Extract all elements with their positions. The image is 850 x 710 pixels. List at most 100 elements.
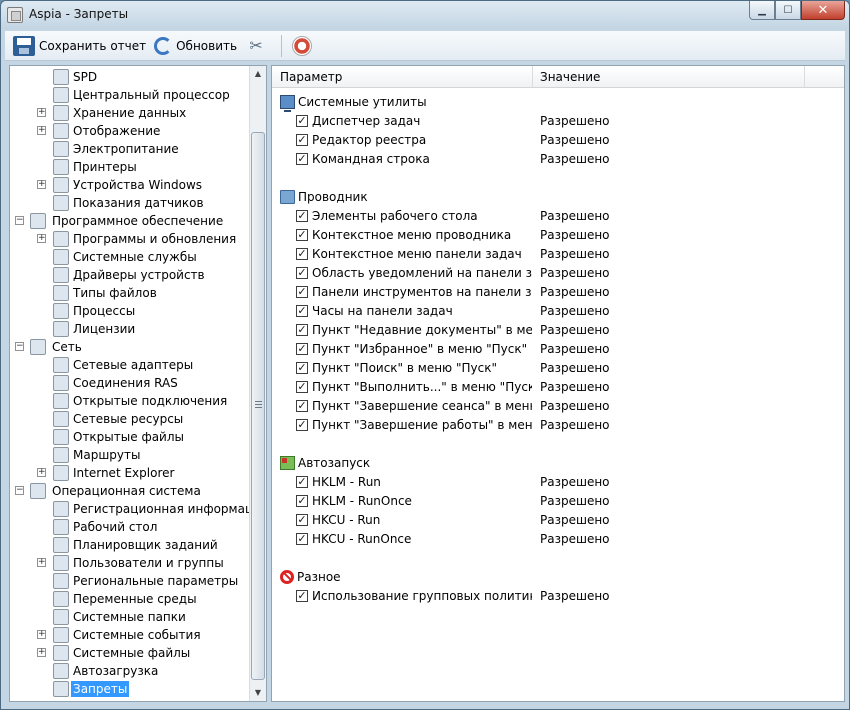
checkbox[interactable]: ✓	[296, 229, 308, 241]
checkbox[interactable]: ✓	[296, 115, 308, 127]
tree-item[interactable]: + Системные события	[10, 626, 250, 644]
tree-item[interactable]: Соединения RAS	[10, 374, 250, 392]
scroll-down-arrow[interactable]: ▼	[250, 685, 266, 701]
tree-item[interactable]: Лицензии	[10, 320, 250, 338]
checkbox[interactable]: ✓	[296, 381, 308, 393]
tree-item[interactable]: + Internet Explorer	[10, 464, 250, 482]
collapse-icon[interactable]: −	[15, 486, 24, 495]
list-row[interactable]: ✓ Пункт "Поиск" в меню "Пуск" Разрешено	[272, 359, 844, 378]
tree-item[interactable]: Открытые файлы	[10, 428, 250, 446]
tree-item[interactable]: − Программное обеспечение	[10, 212, 250, 230]
tree-item[interactable]: + Устройства Windows	[10, 176, 250, 194]
checkbox[interactable]: ✓	[296, 419, 308, 431]
checkbox[interactable]: ✓	[296, 248, 308, 260]
list-row[interactable]: ✓ Элементы рабочего стола Разрешено	[272, 207, 844, 226]
tree-item[interactable]: Автозагрузка	[10, 662, 250, 680]
tree-item[interactable]: Регистрационная информация	[10, 500, 266, 518]
list-row[interactable]: ✓ Редактор реестра Разрешено	[272, 131, 844, 150]
expand-icon[interactable]: +	[37, 234, 46, 243]
list-row[interactable]: ✓ Пункт "Избранное" в меню "Пуск" Разрешен…	[272, 340, 844, 359]
tree-item[interactable]: Системные папки	[10, 608, 250, 626]
collapse-icon[interactable]: −	[15, 216, 24, 225]
tree-item[interactable]: − Операционная система	[10, 482, 250, 500]
tree-item[interactable]: Процессы	[10, 302, 250, 320]
checkbox[interactable]: ✓	[296, 514, 308, 526]
column-divider[interactable]	[532, 66, 533, 88]
list-row[interactable]: ✓ Панели инструментов на панели задач Разр…	[272, 283, 844, 302]
tools-button[interactable]: ✂	[241, 33, 275, 59]
column-divider[interactable]	[804, 66, 805, 88]
minimize-button[interactable]: ▁	[749, 1, 775, 20]
list-row[interactable]: ✓ Пункт "Выполнить..." в меню "Пуск" Разре…	[272, 378, 844, 397]
expand-icon[interactable]: +	[37, 108, 46, 117]
checkbox[interactable]: ✓	[296, 267, 308, 279]
tree-item[interactable]: Маршруты	[10, 446, 250, 464]
list-row[interactable]: ✓ HKLM - Run Разрешено	[272, 473, 844, 492]
list-row[interactable]: ✓ HKCU - Run Разрешено	[272, 511, 844, 530]
tree-item[interactable]: Принтеры	[10, 158, 250, 176]
scroll-up-arrow[interactable]: ▲	[250, 66, 266, 82]
checkbox[interactable]: ✓	[296, 134, 308, 146]
checkbox[interactable]: ✓	[296, 305, 308, 317]
checkbox[interactable]: ✓	[296, 324, 308, 336]
save-report-button[interactable]: Сохранить отчет	[9, 33, 150, 59]
tree-item[interactable]: + Пользователи и группы	[10, 554, 250, 572]
tree-item[interactable]: Открытые подключения	[10, 392, 250, 410]
list-row[interactable]: ✓ Область уведомлений на панели задач Разр…	[272, 264, 844, 283]
checkbox[interactable]: ✓	[296, 153, 308, 165]
tree-item[interactable]: Сетевые адаптеры	[10, 356, 250, 374]
tree-item[interactable]: Региональные параметры	[10, 572, 250, 590]
tree-item[interactable]: + Хранение данных	[10, 104, 250, 122]
checkbox[interactable]: ✓	[296, 533, 308, 545]
tree-item[interactable]: Показания датчиков	[10, 194, 250, 212]
checkbox[interactable]: ✓	[296, 400, 308, 412]
tree-item[interactable]: Центральный процессор	[10, 86, 250, 104]
tree-item[interactable]: Системные службы	[10, 248, 250, 266]
list-row[interactable]: ✓ Диспетчер задач Разрешено	[272, 112, 844, 131]
checkbox[interactable]: ✓	[296, 362, 308, 374]
maximize-button[interactable]: ☐	[775, 1, 801, 20]
column-header-parameter[interactable]: Параметр	[280, 70, 342, 84]
expand-icon[interactable]: +	[37, 468, 46, 477]
checkbox[interactable]: ✓	[296, 286, 308, 298]
tree-item[interactable]: Электропитание	[10, 140, 250, 158]
tree-scrollbar[interactable]: ▲ ▼	[249, 66, 266, 701]
list-row[interactable]: ✓ Контекстное меню проводника Разрешено	[272, 226, 844, 245]
tree-item[interactable]: + Системные файлы	[10, 644, 250, 662]
tree-item[interactable]: Планировщик заданий	[10, 536, 250, 554]
checkbox[interactable]: ✓	[296, 343, 308, 355]
column-header-value[interactable]: Значение	[540, 70, 600, 84]
tree-item[interactable]: Рабочий стол	[10, 518, 250, 536]
tree-item[interactable]: Запреты	[10, 680, 250, 698]
help-button[interactable]	[288, 33, 320, 59]
tree-item[interactable]: + Программы и обновления	[10, 230, 250, 248]
expand-icon[interactable]: +	[37, 180, 46, 189]
scroll-thumb[interactable]	[251, 132, 265, 680]
expand-icon[interactable]: +	[37, 558, 46, 567]
tree-item[interactable]: Сетевые ресурсы	[10, 410, 250, 428]
list-row[interactable]: ✓ Пункт "Недавние документы" в меню ... Ра…	[272, 321, 844, 340]
list-row[interactable]: ✓ Часы на панели задач Разрешено	[272, 302, 844, 321]
list-row[interactable]: ✓ Пункт "Завершение работы" в меню "... Ра…	[272, 416, 844, 435]
tree-item[interactable]: SPD	[10, 68, 250, 86]
tree-item[interactable]: Типы файлов	[10, 284, 250, 302]
tree-item[interactable]: Переменные среды	[10, 590, 250, 608]
collapse-icon[interactable]: −	[15, 342, 24, 351]
list-row[interactable]: ✓ HKLM - RunOnce Разрешено	[272, 492, 844, 511]
list-row[interactable]: ✓ Пункт "Завершение сеанса" в меню "... Ра…	[272, 397, 844, 416]
tree-item[interactable]: − Сеть	[10, 338, 250, 356]
expand-icon[interactable]: +	[37, 126, 46, 135]
checkbox[interactable]: ✓	[296, 495, 308, 507]
list-row[interactable]: ✓ Контекстное меню панели задач Разрешено	[272, 245, 844, 264]
expand-icon[interactable]: +	[37, 630, 46, 639]
tree-item[interactable]: + Отображение	[10, 122, 250, 140]
checkbox[interactable]: ✓	[296, 476, 308, 488]
refresh-button[interactable]: Обновить	[150, 33, 241, 59]
close-button[interactable]: ✕	[801, 1, 845, 20]
expand-icon[interactable]: +	[37, 648, 46, 657]
checkbox[interactable]: ✓	[296, 210, 308, 222]
list-row[interactable]: ✓ Использование групповых политик Разрешен…	[272, 587, 844, 606]
list-row[interactable]: ✓ Командная строка Разрешено	[272, 150, 844, 169]
list-row[interactable]: ✓ HKCU - RunOnce Разрешено	[272, 530, 844, 549]
tree-item[interactable]: Драйверы устройств	[10, 266, 250, 284]
